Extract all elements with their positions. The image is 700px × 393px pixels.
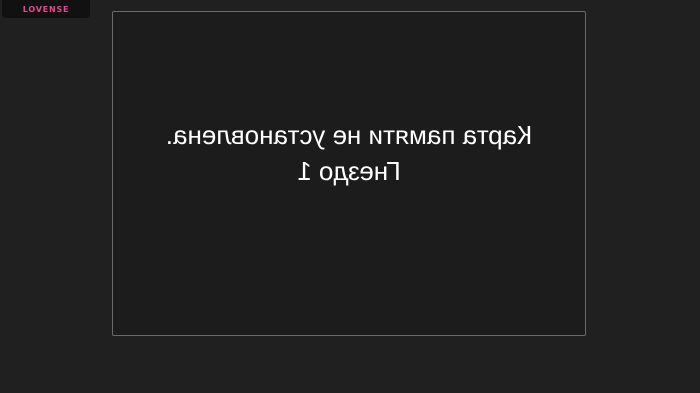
message-line-2: Гнездо 1 xyxy=(297,156,401,186)
message-dialog: Карта памяти не установлена. Гнездо 1 xyxy=(112,11,586,336)
screen: LOVENSE Карта памяти не установлена. Гне… xyxy=(0,0,700,393)
dialog-message: Карта памяти не установлена. Гнездо 1 xyxy=(113,117,585,189)
message-line-1: Карта памяти не установлена. xyxy=(165,120,533,150)
lovense-logo: LOVENSE xyxy=(2,0,90,18)
logo-text: LOVENSE xyxy=(22,4,70,14)
